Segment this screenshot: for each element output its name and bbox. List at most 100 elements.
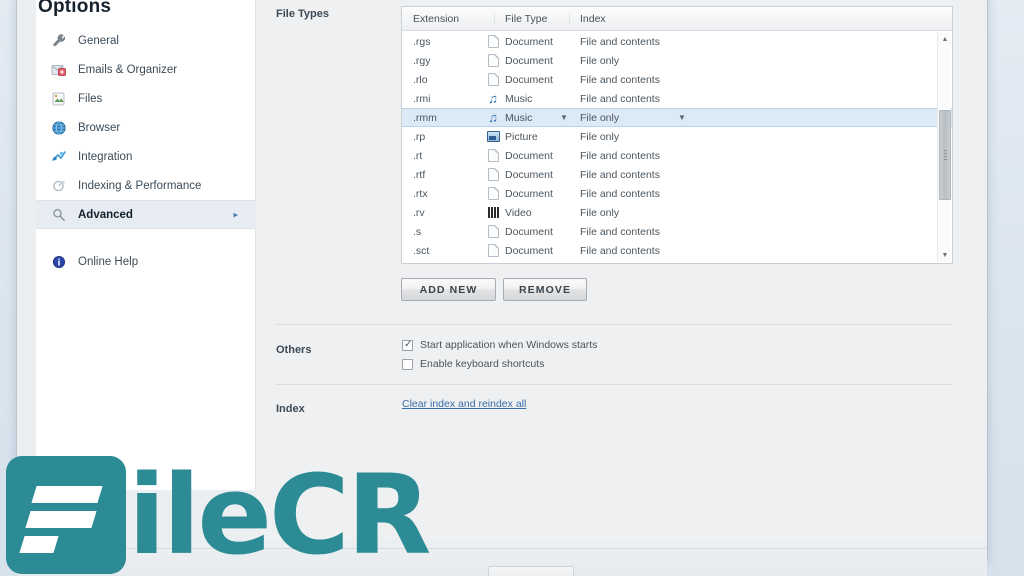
table-row[interactable]: .rv Video File only bbox=[402, 203, 952, 222]
add-new-button[interactable]: ADD NEW bbox=[401, 278, 496, 301]
column-header-index[interactable]: Index bbox=[580, 13, 606, 25]
cell-extension: .rp bbox=[413, 130, 426, 143]
scrollbar-thumb[interactable] bbox=[939, 110, 951, 200]
table-vertical-scrollbar[interactable]: ▲ ▼ bbox=[937, 32, 951, 262]
info-icon bbox=[50, 253, 68, 271]
remove-button[interactable]: REMOVE bbox=[503, 278, 587, 301]
section-divider bbox=[276, 384, 953, 385]
magnifier-icon bbox=[50, 206, 68, 224]
video-icon bbox=[486, 206, 500, 220]
document-icon bbox=[486, 187, 500, 201]
table-row[interactable]: .rtx Document File and contents bbox=[402, 184, 952, 203]
cell-index: File only bbox=[580, 111, 620, 124]
integration-icon bbox=[50, 148, 68, 166]
sidebar-item-files[interactable]: Files bbox=[36, 84, 256, 113]
sidebar-item-label: Indexing & Performance bbox=[78, 179, 202, 192]
cell-file-type: Document bbox=[505, 73, 553, 86]
cell-extension: .rtx bbox=[413, 187, 428, 200]
sidebar-item-online-help[interactable]: Online Help bbox=[36, 247, 256, 276]
cell-index: File and contents bbox=[580, 73, 660, 86]
table-row[interactable]: .rlo Document File and contents bbox=[402, 70, 952, 89]
cell-file-type: Picture bbox=[505, 130, 538, 143]
cell-extension: .s bbox=[413, 225, 422, 238]
cell-index: File and contents bbox=[580, 149, 660, 162]
cell-file-type: Document bbox=[505, 54, 553, 67]
document-icon bbox=[486, 35, 500, 49]
index-section-label: Index bbox=[276, 403, 305, 415]
sidebar-item-label: General bbox=[78, 34, 119, 47]
cell-extension: .sct bbox=[413, 244, 430, 257]
wrench-icon bbox=[50, 32, 68, 50]
table-row[interactable]: .sct Document File and contents bbox=[402, 241, 952, 260]
sidebar-item-label: Integration bbox=[78, 150, 133, 163]
column-header-file-type[interactable]: File Type bbox=[505, 13, 547, 25]
table-header-row: Extension File Type Index bbox=[402, 7, 952, 31]
chevron-right-icon: ▸ bbox=[233, 209, 238, 219]
sidebar-item-label: Online Help bbox=[78, 255, 139, 268]
table-row[interactable]: .rgs Document File and contents bbox=[402, 32, 952, 51]
table-row-selected[interactable]: .rmm ♫ Music ▼ File only ▼ bbox=[402, 108, 952, 127]
sidebar-item-browser[interactable]: Browser bbox=[36, 113, 256, 142]
column-separator[interactable] bbox=[569, 10, 570, 28]
start-with-windows-checkbox[interactable] bbox=[402, 339, 413, 351]
column-header-extension[interactable]: Extension bbox=[413, 13, 459, 25]
sidebar-item-label: Advanced bbox=[78, 208, 133, 221]
scroll-up-arrow-icon[interactable]: ▲ bbox=[938, 32, 952, 46]
cell-extension: .rlo bbox=[413, 73, 428, 86]
table-row[interactable]: .rgy Document File only bbox=[402, 51, 952, 70]
sidebar-item-label: Emails & Organizer bbox=[78, 63, 178, 76]
sidebar-item-integration[interactable]: Integration bbox=[36, 142, 256, 171]
table-row[interactable]: .s Document File and contents bbox=[402, 222, 952, 241]
indexing-icon bbox=[50, 177, 68, 195]
cell-extension: .rgy bbox=[413, 54, 431, 67]
files-icon bbox=[50, 90, 68, 108]
cell-extension: .rmi bbox=[413, 92, 431, 105]
column-separator[interactable] bbox=[494, 10, 495, 28]
sidebar-divider-gap bbox=[36, 229, 256, 247]
table-row[interactable]: .rtf Document File and contents bbox=[402, 165, 952, 184]
cell-index: File only bbox=[580, 206, 620, 219]
music-icon: ♫ bbox=[488, 91, 498, 106]
keyboard-shortcuts-checkbox[interactable] bbox=[402, 358, 413, 370]
sidebar-nav: General Emails & Organizer Files Browser… bbox=[36, 26, 256, 276]
section-divider bbox=[276, 324, 953, 325]
music-icon: ♫ bbox=[488, 110, 498, 125]
cell-file-type: Document bbox=[505, 225, 553, 238]
sidebar-item-label: Files bbox=[78, 92, 103, 105]
index-dropdown-caret-icon[interactable]: ▼ bbox=[678, 113, 686, 122]
cell-index: File and contents bbox=[580, 92, 660, 105]
table-row[interactable]: .rp Picture File only bbox=[402, 127, 952, 146]
table-row[interactable]: .rt Document File and contents bbox=[402, 146, 952, 165]
keyboard-shortcuts-label: Enable keyboard shortcuts bbox=[420, 358, 545, 370]
sidebar-item-indexing-performance[interactable]: Indexing & Performance bbox=[36, 171, 256, 200]
document-icon bbox=[486, 168, 500, 182]
cell-extension: .rgs bbox=[413, 35, 431, 48]
table-body: .rgs Document File and contents .rgy Doc… bbox=[402, 32, 952, 263]
cell-file-type: Document bbox=[505, 35, 553, 48]
file-type-dropdown-caret-icon[interactable]: ▼ bbox=[560, 113, 568, 122]
start-with-windows-label: Start application when Windows starts bbox=[420, 339, 598, 351]
table-row[interactable]: .rmi ♫ Music File and contents bbox=[402, 89, 952, 108]
dialog-footer-button[interactable] bbox=[488, 566, 574, 576]
file-types-table[interactable]: Extension File Type Index .rgs Document … bbox=[401, 6, 953, 264]
sidebar-item-advanced[interactable]: Advanced ▸ bbox=[36, 200, 256, 229]
start-with-windows-checkbox-row[interactable]: Start application when Windows starts bbox=[402, 339, 597, 351]
sidebar-item-general[interactable]: General bbox=[36, 26, 256, 55]
clear-index-link[interactable]: Clear index and reindex all bbox=[402, 398, 526, 410]
picture-icon bbox=[486, 130, 500, 144]
cell-index: File and contents bbox=[580, 168, 660, 181]
document-icon bbox=[486, 54, 500, 68]
mail-icon bbox=[50, 61, 68, 79]
cell-extension: .rtf bbox=[413, 168, 426, 181]
others-section-label: Others bbox=[276, 344, 312, 356]
cell-index: File only bbox=[580, 54, 620, 67]
document-icon bbox=[486, 73, 500, 87]
cell-index: File only bbox=[580, 130, 620, 143]
scroll-down-arrow-icon[interactable]: ▼ bbox=[938, 248, 952, 262]
sidebar-item-emails-organizer[interactable]: Emails & Organizer bbox=[36, 55, 256, 84]
keyboard-shortcuts-checkbox-row[interactable]: Enable keyboard shortcuts bbox=[402, 358, 544, 370]
cell-file-type: Music bbox=[505, 111, 533, 124]
cell-extension: .rt bbox=[413, 149, 423, 162]
cell-index: File and contents bbox=[580, 244, 660, 257]
document-icon bbox=[486, 225, 500, 239]
